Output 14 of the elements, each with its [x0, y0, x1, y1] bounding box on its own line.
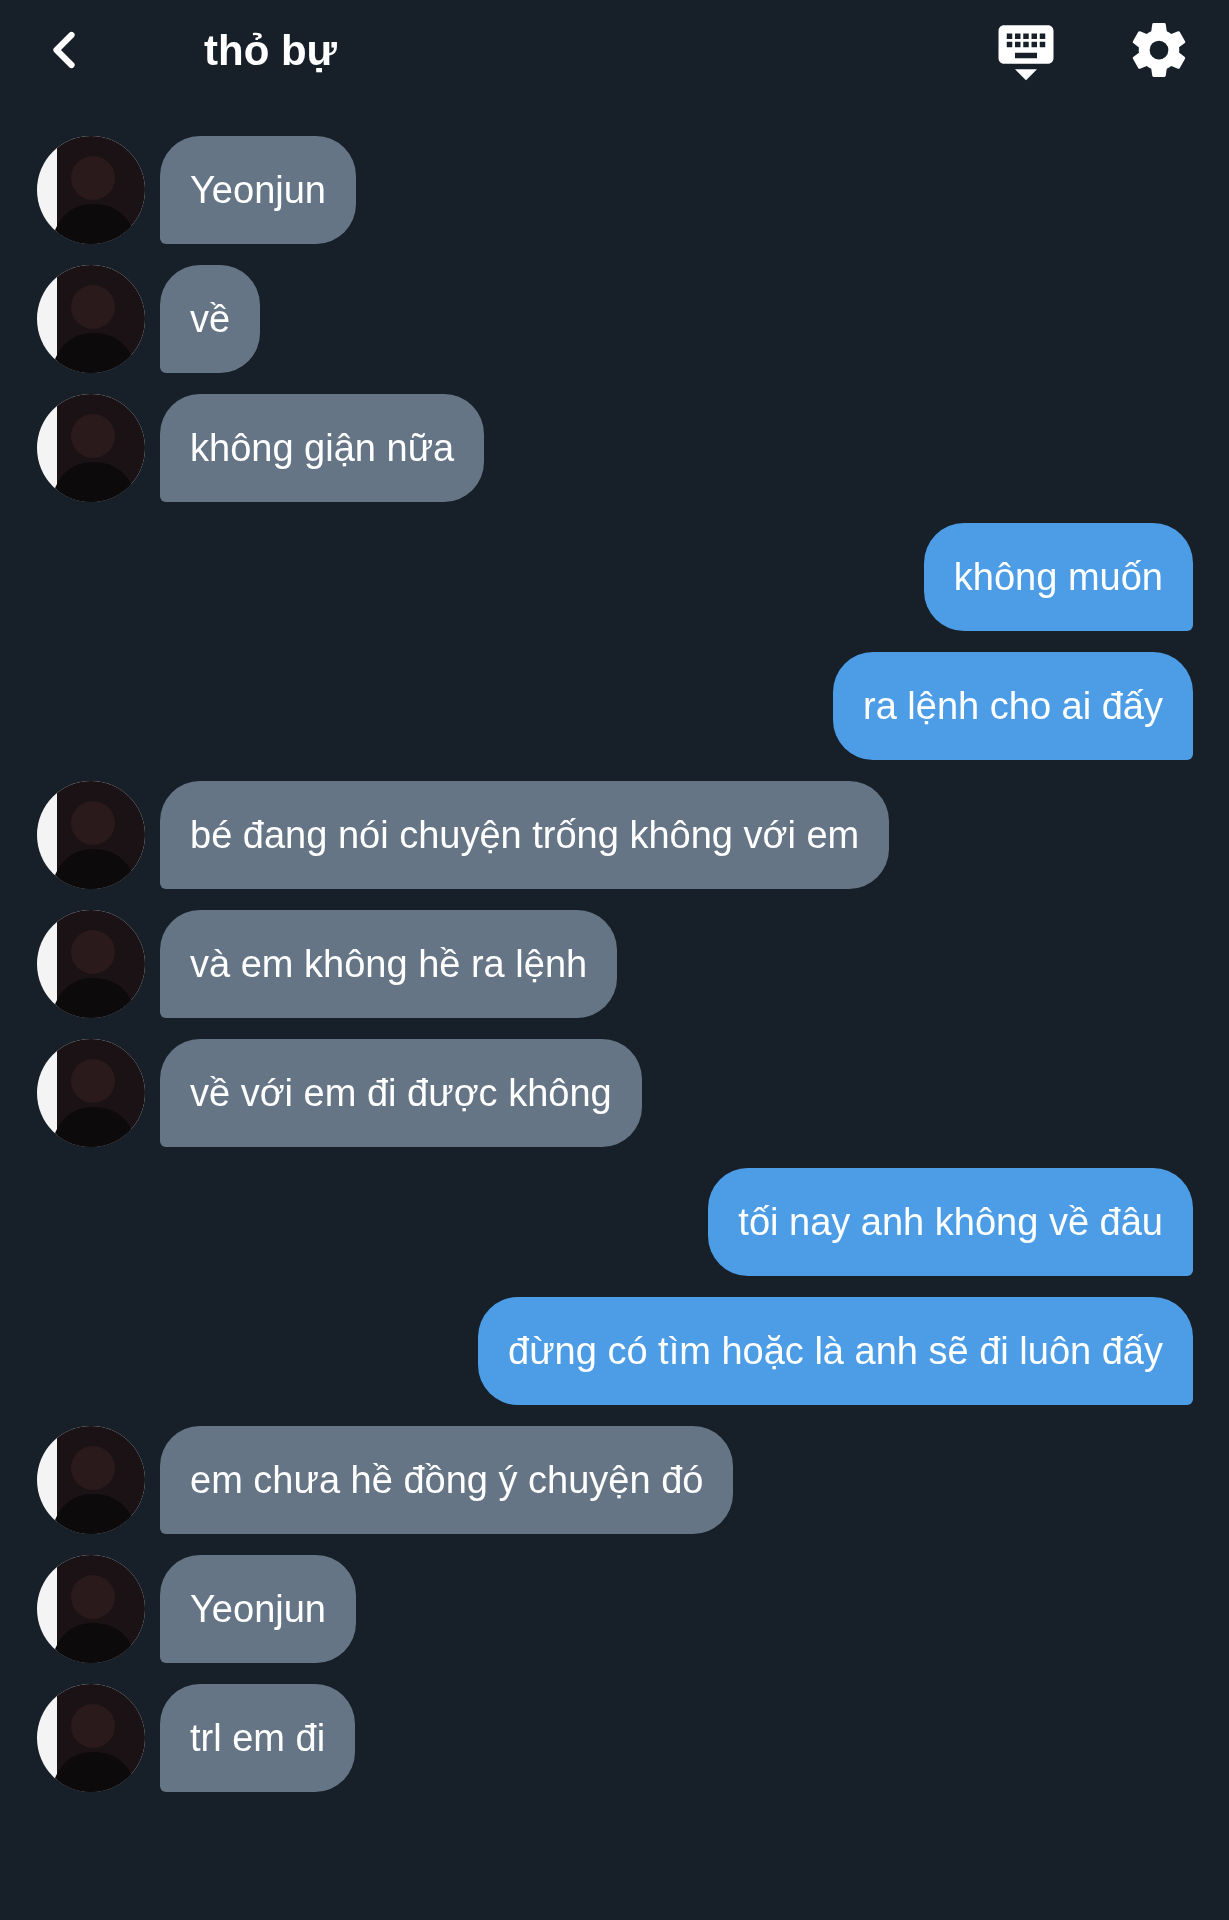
message-bubble: Yeonjun [160, 136, 356, 244]
message-bubble: không giận nữa [160, 394, 485, 502]
message-bubble: bé đang nói chuyện trống không với em [160, 781, 890, 889]
chat-title: thỏ bự [204, 25, 338, 76]
message-bubble: Yeonjun [160, 1555, 356, 1663]
message-bubble: trl em đi [160, 1684, 356, 1792]
message-bubble: tối nay anh không về đâu [708, 1168, 1193, 1276]
message-bubble: không muốn [923, 523, 1193, 631]
message-bubble: về [160, 265, 261, 373]
message-bubble: em chưa hề đồng ý chuyện đó [160, 1426, 734, 1534]
message-bubble: về với em đi được không [160, 1039, 642, 1147]
message-bubble: đừng có tìm hoặc là anh sẽ đi luôn đấy [478, 1297, 1193, 1405]
message-bubble: và em không hề ra lệnh [160, 910, 618, 1018]
message-bubble: ra lệnh cho ai đấy [833, 652, 1193, 760]
